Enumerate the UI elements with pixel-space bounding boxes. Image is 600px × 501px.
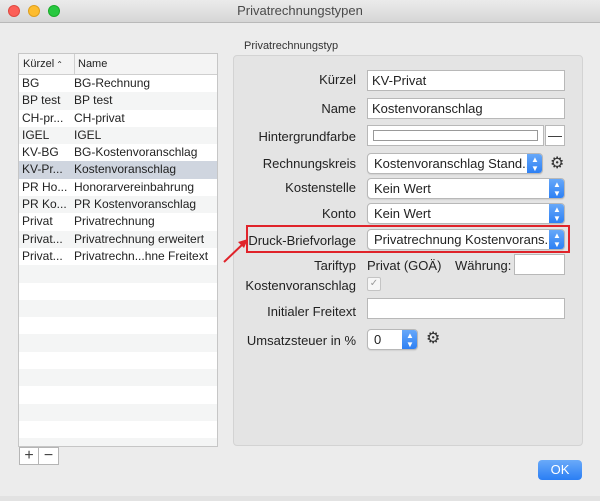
umsatzsteuer-label: Umsatzsteuer in % [246, 333, 356, 348]
umsatzsteuer-value: 0 [374, 332, 382, 347]
popup-arrows-icon: ▲ ▼ [402, 330, 417, 349]
ok-button[interactable]: OK [538, 460, 582, 480]
waehrung-label: Währung: [455, 258, 512, 273]
initialer-freitext-label: Initialer Freitext [267, 304, 356, 319]
initialer-freitext-field[interactable] [367, 298, 565, 319]
umsatzsteuer-popup[interactable]: 0 ▲ ▼ [367, 329, 418, 350]
kostenvoranschlag-label: Kostenvoranschlag [245, 278, 356, 293]
window-bottom-edge [0, 496, 600, 501]
gear-icon[interactable]: ⚙ [426, 331, 440, 347]
waehrung-field[interactable] [514, 254, 565, 275]
tariftyp-label: Tariftyp [314, 258, 356, 273]
kostenvoranschlag-checkbox[interactable]: ✓ [367, 277, 381, 291]
tariftyp-value: Privat (GOÄ) [367, 258, 442, 273]
annotation-arrow-icon [223, 239, 248, 263]
